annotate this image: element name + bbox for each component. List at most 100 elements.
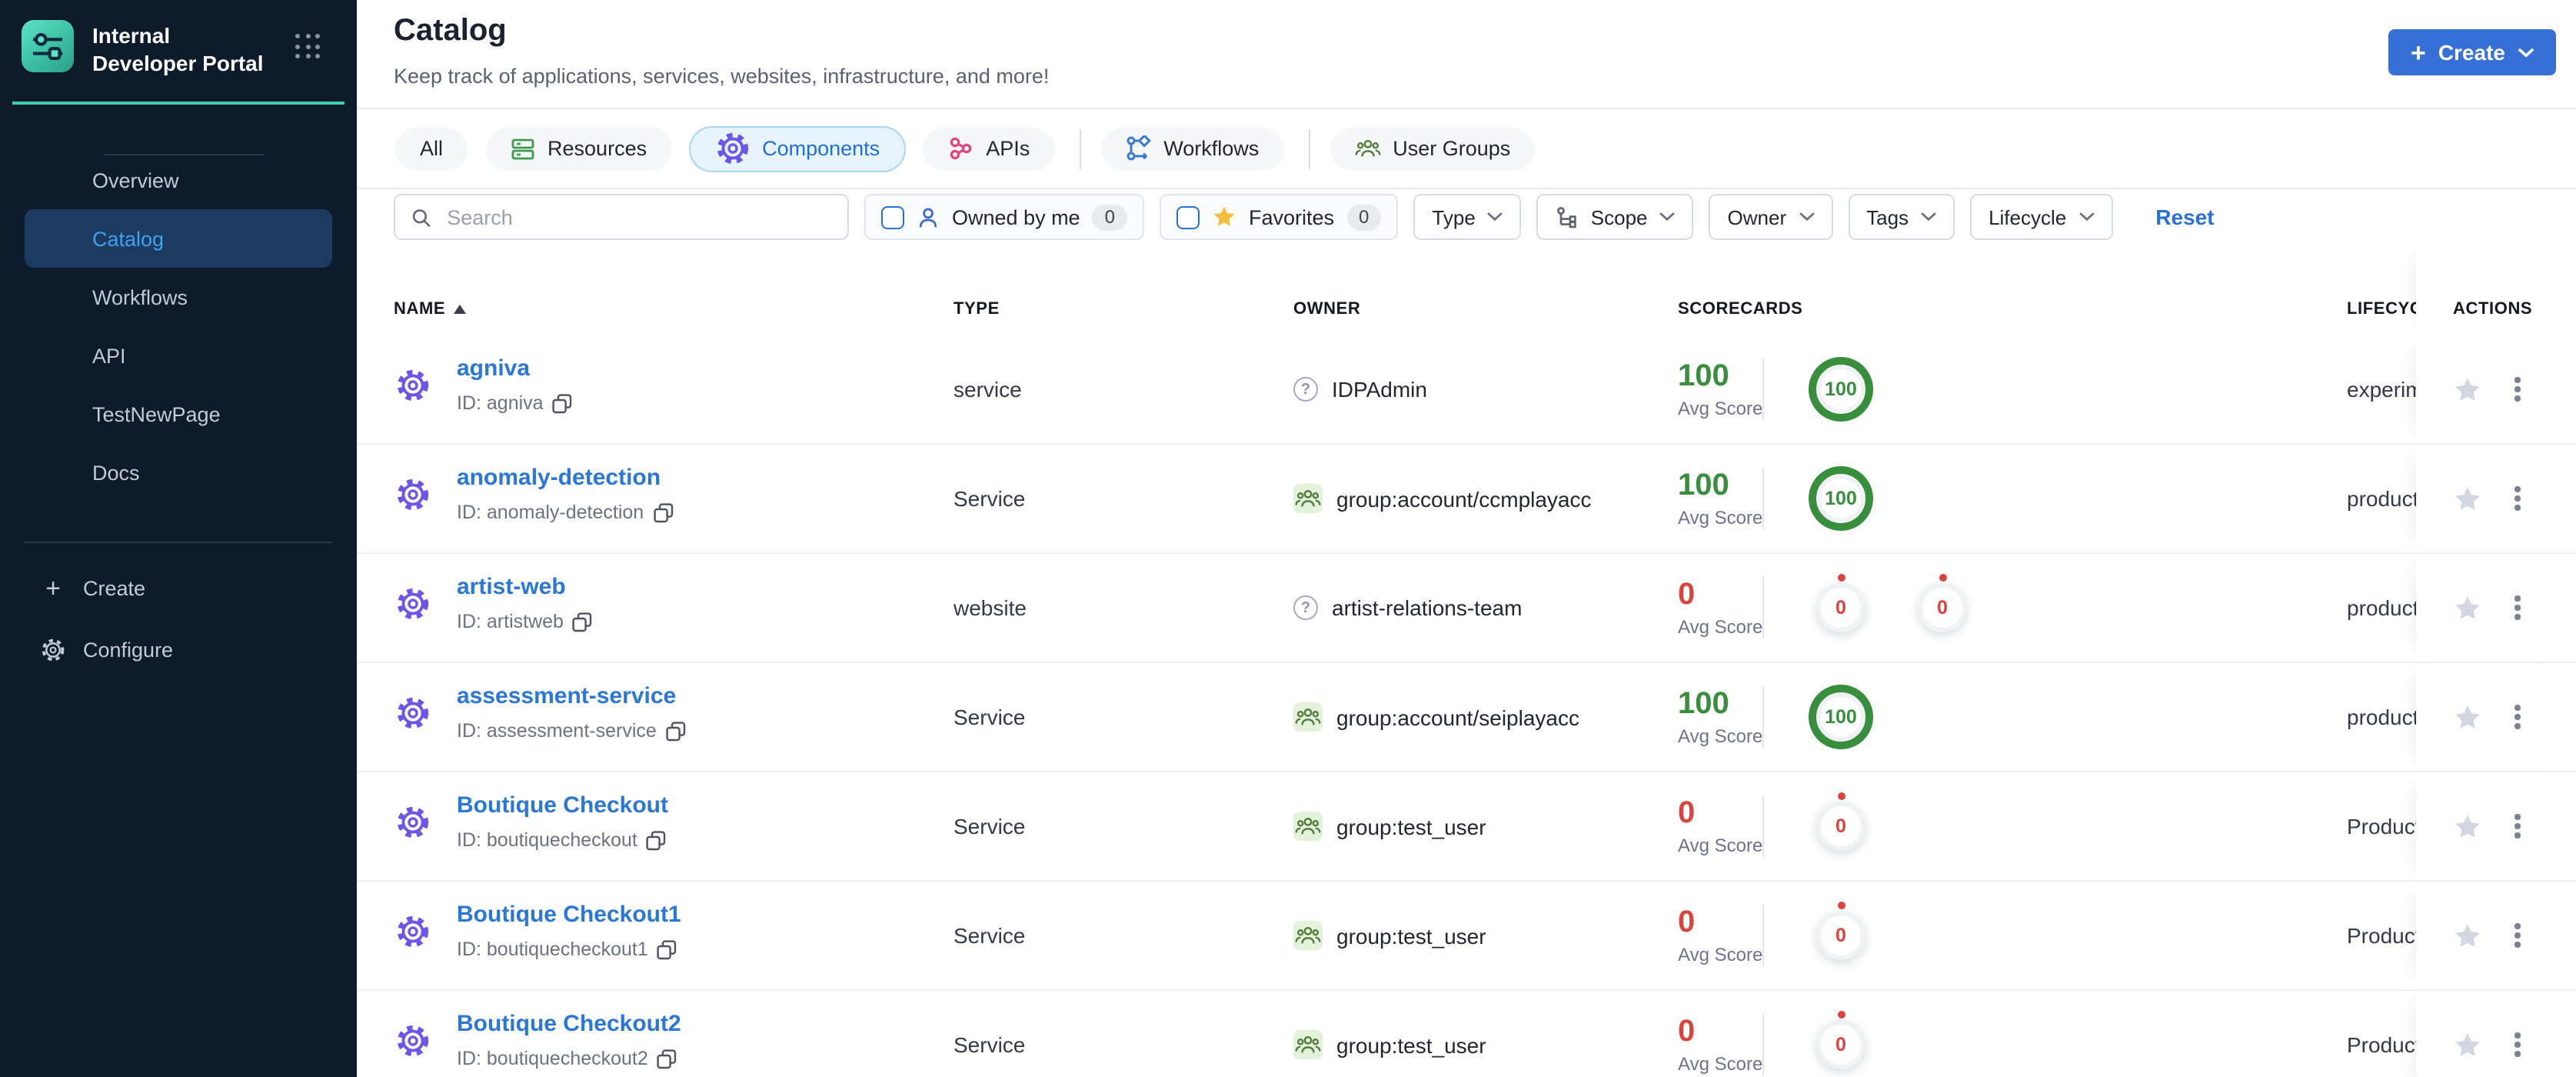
avg-score-label: Avg Score (1678, 1053, 1763, 1075)
scorecard-rings: 100 (1809, 466, 1873, 531)
user-groups-icon (1295, 817, 1321, 835)
scorecard-divider (1762, 905, 1764, 966)
scorecard-ring[interactable]: 100 (1809, 357, 1873, 422)
entity-name-link[interactable]: artist-web (457, 574, 566, 600)
type-filter-dropdown[interactable]: Type (1413, 194, 1522, 240)
entity-name-link[interactable]: anomaly-detection (457, 465, 661, 491)
kebab-menu-icon[interactable] (2511, 593, 2523, 623)
tags-filter-dropdown[interactable]: Tags (1848, 194, 1955, 240)
owned-by-me-filter[interactable]: Owned by me 0 (864, 194, 1144, 240)
kebab-menu-icon[interactable] (2511, 702, 2523, 732)
app-grid-icon[interactable] (295, 34, 320, 58)
favorite-star-button[interactable] (2453, 1030, 2482, 1059)
favorite-star-button[interactable] (2453, 593, 2482, 622)
favorite-star-button[interactable] (2453, 921, 2482, 950)
tab-workflows[interactable]: Workflows (1100, 127, 1284, 170)
tab-components[interactable]: Components (690, 127, 905, 170)
owned-by-me-checkbox[interactable] (881, 205, 904, 228)
kebab-menu-icon[interactable] (2511, 484, 2523, 514)
app-logo[interactable] (22, 20, 74, 72)
scorecard-ring[interactable]: 0 (1816, 902, 1865, 960)
copy-icon (666, 721, 686, 741)
favorite-star-icon (2455, 923, 2480, 946)
entity-owner: group:account/ccmplayacc (1293, 484, 1592, 513)
dropdown-label: Lifecycle (1989, 205, 2067, 228)
favorite-star-button[interactable] (2453, 812, 2482, 841)
scorecard-ring[interactable]: 100 (1809, 466, 1873, 531)
kebab-menu-icon[interactable] (2511, 812, 2523, 842)
search-input-wrap (394, 194, 849, 240)
configure-gear-icon (42, 638, 65, 661)
owner-filter-dropdown[interactable]: Owner (1709, 194, 1833, 240)
favorites-checkbox[interactable] (1176, 205, 1200, 228)
entity-id-text: ID: boutiquecheckout1 (457, 939, 648, 960)
table-body: agniva ID: agniva service? IDPAdmin 100 Avg … (357, 335, 2576, 1077)
component-gear-icon-wrap (395, 914, 431, 957)
entity-id-text: ID: artistweb (457, 611, 564, 632)
chevron-down-icon (1921, 212, 1936, 222)
entity-owner: ? IDPAdmin (1293, 377, 1427, 402)
sidebar-accent-divider (12, 102, 344, 105)
kebab-menu-icon[interactable] (2511, 1030, 2523, 1060)
tab-apis[interactable]: APIs (923, 127, 1055, 170)
plus-icon: + (45, 573, 61, 602)
create-button[interactable]: + Create (2388, 29, 2556, 75)
component-gear-icon (397, 697, 429, 729)
scorecard-ring[interactable]: 0 (1918, 574, 1967, 632)
copy-id-button[interactable] (573, 612, 593, 632)
entity-lifecycle: production (2347, 595, 2416, 620)
entity-name-link[interactable]: agniva (457, 355, 530, 382)
kebab-menu-icon[interactable] (2511, 921, 2523, 951)
tab-resources[interactable]: Resources (486, 127, 672, 170)
scorecard-ring[interactable]: 100 (1809, 685, 1873, 749)
scorecard-ring[interactable]: 0 (1816, 792, 1865, 851)
avg-score-label: Avg Score (1678, 507, 1763, 528)
copy-id-button[interactable] (666, 721, 686, 741)
owner-unknown-icon: ? (1293, 377, 1318, 402)
kebab-menu-icon[interactable] (2511, 375, 2523, 405)
copy-id-button[interactable] (653, 502, 673, 522)
sidebar-item-workflows[interactable]: Workflows (0, 268, 357, 326)
owner-group-chip (1293, 812, 1323, 841)
column-header-name[interactable]: NAME (394, 300, 466, 318)
component-gear-icon-wrap (395, 586, 431, 629)
entity-name-link[interactable]: Boutique Checkout1 (457, 902, 681, 928)
tab-all[interactable]: All (395, 127, 468, 170)
scorecard-ring[interactable]: 0 (1816, 574, 1865, 632)
favorite-star-button[interactable] (2453, 484, 2482, 513)
avg-score-label: Avg Score (1678, 944, 1763, 965)
copy-id-button[interactable] (657, 1049, 677, 1069)
reset-filters-link[interactable]: Reset (2155, 205, 2214, 229)
entity-tabs: All Resources Components APIs Workflows (357, 109, 2576, 188)
entity-name-link[interactable]: Boutique Checkout (457, 792, 668, 819)
entity-id: ID: anomaly-detection (457, 502, 673, 523)
sidebar-item-docs[interactable]: Docs (0, 443, 357, 502)
sidebar-create-button[interactable]: + Create (0, 557, 357, 619)
scorecard-rings: 100 (1809, 685, 1873, 749)
component-gear-icon (397, 806, 429, 839)
component-gear-icon-wrap (395, 368, 431, 411)
scorecard-ring[interactable]: 0 (1816, 1011, 1865, 1069)
copy-id-button[interactable] (647, 830, 667, 850)
copy-id-button[interactable] (657, 939, 677, 959)
scope-filter-dropdown[interactable]: Scope (1536, 194, 1694, 240)
entity-owner-text: artist-relations-team (1332, 595, 1523, 620)
entity-name-link[interactable]: assessment-service (457, 683, 676, 709)
sidebar-item-overview[interactable]: Overview (0, 151, 357, 209)
favorite-star-button[interactable] (2453, 375, 2482, 404)
favorite-star-button[interactable] (2453, 702, 2482, 732)
tab-label: APIs (986, 137, 1030, 160)
tab-user-groups[interactable]: User Groups (1330, 127, 1536, 170)
copy-id-button[interactable] (552, 393, 573, 413)
sidebar-configure-button[interactable]: Configure (0, 619, 357, 680)
copy-icon (647, 830, 667, 850)
sidebar-item-testnewpage[interactable]: TestNewPage (0, 385, 357, 443)
entity-type: service (954, 377, 1022, 402)
sidebar-item-api[interactable]: API (0, 326, 357, 385)
entity-name-link[interactable]: Boutique Checkout2 (457, 1011, 681, 1037)
lifecycle-filter-dropdown[interactable]: Lifecycle (1970, 194, 2113, 240)
sidebar-item-catalog[interactable]: Catalog (25, 209, 332, 268)
favorites-filter[interactable]: Favorites 0 (1159, 194, 1399, 240)
search-input[interactable] (444, 204, 832, 230)
copy-icon (657, 1049, 677, 1069)
